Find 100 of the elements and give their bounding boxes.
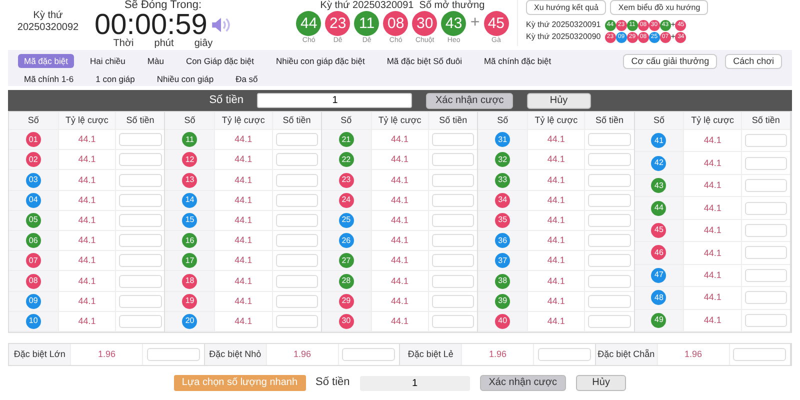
amount-input[interactable] xyxy=(744,224,788,237)
odds-value: 44.1 xyxy=(704,225,722,236)
odds-value: 44.1 xyxy=(704,135,722,146)
amount-input[interactable] xyxy=(588,174,631,186)
amount-input[interactable] xyxy=(733,348,786,361)
amount-input[interactable] xyxy=(276,153,318,166)
countdown-title: Sẽ Đóng Trong: xyxy=(124,0,202,11)
number-ball: 21 xyxy=(338,132,354,148)
amount-input[interactable] xyxy=(744,314,788,327)
odds-value: 44.1 xyxy=(234,134,252,145)
amount-input[interactable] xyxy=(588,274,631,288)
amount-input[interactable] xyxy=(432,314,474,328)
amount-input[interactable] xyxy=(744,202,788,215)
odds-value: 1.96 xyxy=(488,349,506,360)
history-label: Kỳ thứ 20250320090 xyxy=(526,31,601,43)
confirm-button[interactable]: Xác nhận cược xyxy=(426,92,513,108)
cancel-button[interactable]: Hủy xyxy=(576,375,626,391)
amount-input[interactable] xyxy=(119,314,162,328)
amount-input[interactable] xyxy=(432,234,474,248)
amount-input[interactable] xyxy=(119,254,162,268)
tab[interactable]: Con Giáp đặc biệt xyxy=(180,54,260,68)
tab[interactable]: Mã đặc biệt Số đuôi xyxy=(380,54,468,68)
amount-input[interactable] xyxy=(432,174,474,186)
amount-input[interactable] xyxy=(146,348,200,361)
history-button[interactable]: Xem biểu đồ xu hướng xyxy=(610,0,708,15)
number-ball: 17 xyxy=(182,253,198,268)
amount-input[interactable] xyxy=(119,214,162,227)
amount-input[interactable] xyxy=(588,133,631,146)
amount-field[interactable]: 1 xyxy=(360,376,470,390)
amount-input[interactable] xyxy=(119,294,162,308)
cancel-button[interactable]: Hủy xyxy=(526,92,591,108)
odds-value: 44.1 xyxy=(78,296,96,307)
amount-input[interactable] xyxy=(432,153,474,166)
amount-input[interactable] xyxy=(588,294,631,308)
amount-input[interactable] xyxy=(744,291,788,304)
tab[interactable]: Mã chính đặc biệt xyxy=(478,54,558,68)
amount-input[interactable] xyxy=(276,174,318,186)
amount-input[interactable] xyxy=(588,214,631,227)
tab[interactable]: Đa số xyxy=(230,72,264,86)
side-button[interactable]: Cơ cấu giải thưởng xyxy=(623,54,718,69)
tab[interactable]: 1 con giáp xyxy=(90,72,141,86)
amount-input[interactable] xyxy=(588,234,631,248)
amount-input[interactable] xyxy=(276,314,318,328)
odds-value: 44.1 xyxy=(78,255,96,266)
amount-label: Số tiền xyxy=(209,94,244,108)
odds-value: 1.96 xyxy=(293,349,311,360)
amount-input[interactable] xyxy=(276,214,318,227)
column-header: Số tiền xyxy=(126,115,154,126)
amount-input[interactable] xyxy=(119,174,162,186)
amount-input[interactable] xyxy=(744,156,788,170)
amount-input[interactable] xyxy=(432,274,474,288)
amount-input[interactable] xyxy=(119,133,162,146)
amount-input[interactable] xyxy=(119,194,162,207)
tab[interactable]: Hai chiều xyxy=(84,54,132,68)
amount-input[interactable] xyxy=(119,153,162,166)
plus-sign: + xyxy=(670,31,676,43)
amount-field[interactable]: 1 xyxy=(257,93,412,108)
odds-value: 44.1 xyxy=(78,154,96,166)
history-button[interactable]: Xu hướng kết quả xyxy=(526,0,606,15)
amount-input[interactable] xyxy=(432,133,474,146)
tab[interactable]: Màu xyxy=(141,54,170,68)
amount-input[interactable] xyxy=(744,179,788,192)
number-ball: 26 xyxy=(338,233,354,248)
amount-input[interactable] xyxy=(276,234,318,248)
odds-value: 44.1 xyxy=(78,235,96,246)
amount-input[interactable] xyxy=(342,348,396,361)
odds-value: 44.1 xyxy=(234,215,252,226)
amount-input[interactable] xyxy=(588,254,631,268)
amount-input[interactable] xyxy=(276,274,318,288)
amount-input[interactable] xyxy=(276,133,318,146)
confirm-button[interactable]: Xác nhận cược xyxy=(480,375,566,391)
amount-input[interactable] xyxy=(588,314,631,328)
tab[interactable]: Nhiều con giáp xyxy=(150,72,220,86)
number-ball: 07 xyxy=(26,253,41,268)
bet-label: Đặc biệt Lớn xyxy=(14,349,66,360)
amount-input[interactable] xyxy=(432,294,474,308)
number-ball: 33 xyxy=(495,172,510,188)
amount-input[interactable] xyxy=(588,194,631,207)
amount-input[interactable] xyxy=(276,294,318,308)
tab[interactable]: Nhiều con giáp đặc biệt xyxy=(270,54,371,68)
amount-input[interactable] xyxy=(432,194,474,207)
amount-input[interactable] xyxy=(432,214,474,227)
odds-value: 44.1 xyxy=(78,276,96,286)
amount-input[interactable] xyxy=(432,254,474,268)
amount-input[interactable] xyxy=(119,274,162,288)
side-button[interactable]: Cách chơi xyxy=(725,54,782,69)
tab[interactable]: Mã đặc biệt xyxy=(18,54,74,68)
amount-input[interactable] xyxy=(744,246,788,260)
amount-input[interactable] xyxy=(588,153,631,166)
amount-input[interactable] xyxy=(276,254,318,268)
odds-value: 44.1 xyxy=(234,194,252,206)
amount-input[interactable] xyxy=(744,268,788,282)
odds-value: 44.1 xyxy=(391,276,409,286)
amount-input[interactable] xyxy=(119,234,162,248)
amount-input[interactable] xyxy=(744,134,788,148)
speaker-icon[interactable] xyxy=(211,17,232,33)
amount-input[interactable] xyxy=(538,348,591,361)
amount-input[interactable] xyxy=(276,194,318,207)
time-unit: giây xyxy=(194,39,213,48)
tab[interactable]: Mã chính 1-6 xyxy=(18,72,80,86)
